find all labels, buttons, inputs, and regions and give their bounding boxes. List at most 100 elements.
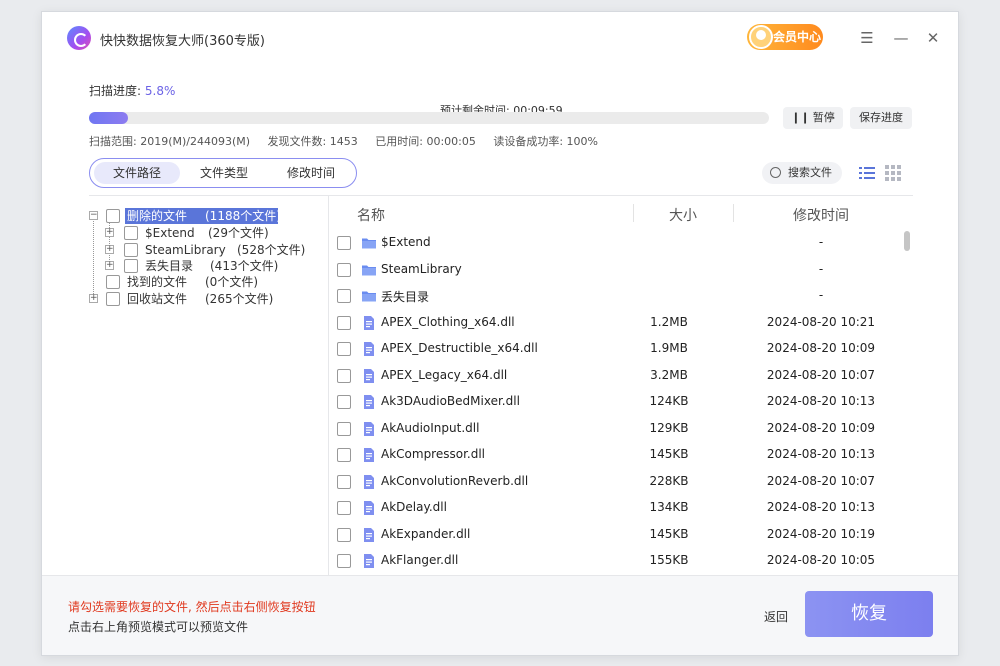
search-label: 搜索文件 (788, 166, 832, 179)
row-checkbox[interactable] (337, 501, 351, 515)
row-checkbox[interactable] (337, 289, 351, 303)
table-row[interactable]: Ak3DAudioBedMixer.dll 124KB 2024-08-20 10:… (329, 389, 913, 415)
row-checkbox[interactable] (337, 342, 351, 356)
column-name[interactable]: 名称 (357, 205, 385, 225)
column-size[interactable]: 大小 (669, 205, 697, 225)
back-button[interactable]: 返回 (764, 608, 788, 625)
row-checkbox[interactable] (337, 527, 351, 542)
row-checkbox[interactable] (337, 554, 351, 568)
minimize-icon[interactable]: — (890, 27, 912, 49)
menu-icon[interactable]: ☰ (856, 27, 878, 49)
column-divider (633, 204, 634, 222)
tree-item-recycle[interactable]: + 回收站文件 (265个文件) (89, 291, 329, 307)
tree-label: SteamLibrary (145, 243, 226, 257)
file-name: AkDelay.dll (381, 500, 447, 514)
table-row[interactable]: AkFlanger.dll 155KB 2024-08-20 10:05 (329, 548, 913, 574)
tree-item-lost-dir[interactable]: + 丢失目录 (413个文件) (89, 258, 329, 274)
folder-icon (362, 265, 376, 275)
tree-item-steamlibrary[interactable]: + SteamLibrary (528个文件) (89, 242, 329, 258)
table-row[interactable]: AkConvolutionReverb.dll 228KB 2024-08-20 1… (329, 469, 913, 495)
row-checkbox[interactable] (337, 315, 351, 330)
file-size: 3.2MB (650, 367, 688, 382)
table-row[interactable]: 丢失目录 - (329, 283, 913, 309)
tree-count: (528个文件) (237, 243, 306, 257)
tree-checkbox[interactable] (106, 292, 120, 306)
table-row[interactable]: APEX_Clothing_x64.dll 1.2MB 2024-08-20 10:… (329, 310, 913, 336)
tree-checkbox[interactable] (106, 275, 120, 289)
file-date: 2024-08-20 10:09 (766, 420, 876, 435)
row-checkbox[interactable] (337, 262, 351, 277)
expand-icon[interactable]: + (89, 294, 98, 303)
search-icon (770, 167, 781, 178)
file-icon (364, 315, 374, 330)
scan-progress-value: 5.8% (144, 84, 176, 98)
table-row[interactable]: APEX_Destructible_x64.dll 1.9MB 2024-08-20… (329, 336, 913, 362)
tree-checkbox[interactable] (106, 209, 120, 223)
grid-view-icon[interactable] (884, 164, 902, 182)
tree-count: (413个文件) (210, 259, 279, 273)
close-icon[interactable]: ✕ (922, 27, 944, 49)
file-date: - (818, 288, 824, 302)
table-row[interactable]: SteamLibrary - (329, 257, 913, 283)
tree-checkbox[interactable] (124, 243, 138, 257)
expand-icon[interactable]: + (105, 261, 114, 270)
file-table-header: 名称 大小 修改时间 (329, 196, 913, 230)
row-checkbox[interactable] (337, 421, 351, 436)
file-size: 124KB (649, 394, 689, 408)
row-checkbox[interactable] (337, 236, 351, 250)
tree-item-extend[interactable]: + $Extend (29个文件) (89, 225, 329, 241)
tree-checkbox[interactable] (124, 259, 138, 273)
folder-tree: − 删除的文件 (1188个文件) + $Extend (29个文件) + St… (89, 196, 329, 576)
file-date: 2024-08-20 10:09 (766, 341, 876, 355)
file-name: AkFlanger.dll (381, 553, 459, 567)
expand-icon[interactable]: + (105, 228, 114, 237)
pause-label: 暂停 (812, 111, 835, 124)
file-icon (364, 342, 374, 356)
read-success-rate: 读设备成功率: 100% (493, 135, 599, 148)
tab-modify-time[interactable]: 修改时间 (268, 162, 354, 184)
vip-center-button[interactable]: 会员中心 (747, 24, 823, 50)
file-size: 228KB (649, 473, 689, 488)
expand-icon[interactable]: + (105, 245, 114, 254)
table-row[interactable]: APEX_Legacy_x64.dll 3.2MB 2024-08-20 10:07 (329, 363, 913, 389)
file-name: $Extend (381, 235, 431, 249)
tree-item-deleted[interactable]: − 删除的文件 (1188个文件) (89, 208, 329, 224)
row-checkbox[interactable] (337, 474, 351, 489)
list-view-icon[interactable] (858, 164, 876, 182)
app-logo-icon (67, 26, 91, 50)
file-name: AkConvolutionReverb.dll (381, 473, 529, 488)
row-checkbox[interactable] (337, 448, 351, 462)
file-icon (364, 368, 374, 383)
column-date[interactable]: 修改时间 (793, 205, 849, 225)
tree-item-found[interactable]: 找到的文件 (0个文件) (89, 274, 329, 290)
pause-button[interactable]: ❙❙ 暂停 (783, 107, 843, 129)
tab-file-path[interactable]: 文件路径 (94, 162, 180, 184)
recover-button[interactable]: 恢复 (805, 591, 933, 637)
table-row[interactable]: $Extend - (329, 230, 913, 256)
table-scrollbar[interactable] (904, 231, 910, 251)
tree-count: (0个文件) (205, 275, 258, 289)
table-row[interactable]: AkDelay.dll 134KB 2024-08-20 10:13 (329, 495, 913, 521)
file-date: 2024-08-20 10:19 (766, 526, 876, 541)
table-row[interactable]: AkExpander.dll 145KB 2024-08-20 10:19 (329, 522, 913, 548)
save-progress-button[interactable]: 保存进度 (850, 107, 912, 129)
file-name: SteamLibrary (381, 261, 462, 276)
row-checkbox[interactable] (337, 395, 351, 409)
file-date: - (818, 261, 824, 276)
tree-checkbox[interactable] (124, 226, 138, 240)
row-checkbox[interactable] (337, 368, 351, 383)
tree-count: (29个文件) (208, 226, 269, 240)
scan-progress-text: 扫描进度: 5.8% (89, 82, 175, 99)
scan-progress-label: 扫描进度: (89, 84, 142, 98)
file-size: 129KB (649, 420, 689, 435)
file-date: 2024-08-20 10:13 (766, 500, 876, 514)
table-row[interactable]: AkAudioInput.dll 129KB 2024-08-20 10:09 (329, 416, 913, 442)
hint-preview: 点击右上角预览模式可以预览文件 (68, 620, 249, 634)
table-row[interactable]: AkCompressor.dll 145KB 2024-08-20 10:13 (329, 442, 913, 468)
file-icon (364, 421, 374, 436)
vip-avatar-icon (749, 25, 773, 49)
collapse-icon[interactable]: − (89, 211, 98, 220)
tree-label: 删除的文件 (127, 209, 188, 223)
tab-file-type[interactable]: 文件类型 (184, 162, 264, 184)
search-files-button[interactable]: 搜索文件 (762, 162, 842, 184)
